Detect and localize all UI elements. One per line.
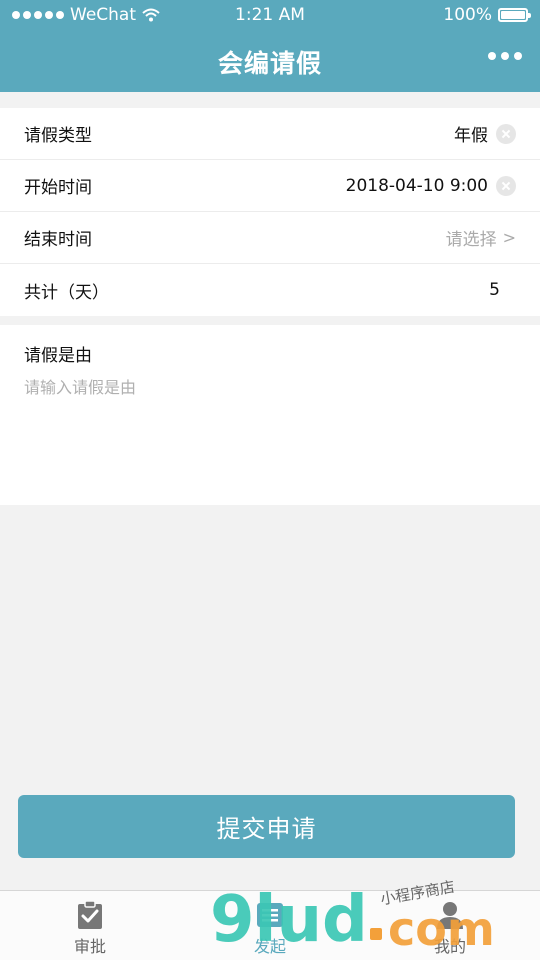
total-days-value: 5: [489, 280, 500, 300]
battery-fill: [501, 11, 525, 19]
submit-button[interactable]: 提交申请: [18, 795, 515, 858]
tab-approval[interactable]: 审批: [0, 891, 180, 960]
clear-icon[interactable]: [496, 123, 516, 144]
user-icon: [437, 902, 463, 929]
form-row-start-time[interactable]: 开始时间 2018-04-10 9:00: [0, 160, 540, 212]
page-title: 会编请假: [217, 49, 322, 78]
tab-label: 发起: [253, 937, 286, 956]
status-bar: WeChat 1:21 AM 100%: [0, 0, 540, 30]
header: WeChat 1:21 AM 100% 会编请假: [0, 0, 540, 92]
more-dot-icon: [488, 52, 496, 60]
row-label: 请假类型: [24, 126, 92, 146]
row-label: 结束时间: [24, 230, 92, 250]
form-row-total-days: 共计（天） 5: [0, 264, 540, 316]
leave-form: 请假类型 年假 开始时间 2018-04-10 9:00 结束时间 请选择 > …: [0, 108, 540, 316]
tab-bar: 审批 发起 我的: [0, 890, 540, 960]
reason-card: 请假是由: [0, 325, 540, 505]
more-dot-icon: [501, 52, 509, 60]
title-bar: 会编请假: [0, 30, 540, 92]
form-row-leave-type[interactable]: 请假类型 年假: [0, 108, 540, 160]
battery-icon: [498, 8, 531, 22]
end-time-placeholder: 请选择: [445, 230, 497, 250]
leave-type-value: 年假: [454, 126, 488, 146]
clipboard-check-icon: [78, 900, 102, 929]
row-label: 共计（天）: [24, 282, 109, 303]
list-icon: [257, 903, 283, 927]
tab-label: 审批: [73, 937, 106, 956]
clear-icon[interactable]: [496, 175, 516, 196]
tab-mine[interactable]: 我的: [360, 891, 540, 960]
row-label: 开始时间: [24, 178, 92, 198]
reason-input[interactable]: [24, 374, 516, 494]
reason-label: 请假是由: [24, 346, 92, 366]
status-right: 100%: [443, 5, 531, 25]
chevron-right-icon: >: [502, 228, 516, 247]
tab-initiate[interactable]: 发起: [180, 891, 360, 960]
form-row-end-time[interactable]: 结束时间 请选择 >: [0, 212, 540, 264]
app-screen: WeChat 1:21 AM 100% 会编请假 请假类型 年假 开始时间 20…: [0, 0, 540, 960]
battery-percent: 100%: [443, 5, 492, 25]
more-dot-icon: [514, 52, 522, 60]
start-time-value: 2018-04-10 9:00: [345, 175, 488, 196]
tab-label: 我的: [433, 937, 466, 956]
more-button[interactable]: [488, 52, 522, 60]
